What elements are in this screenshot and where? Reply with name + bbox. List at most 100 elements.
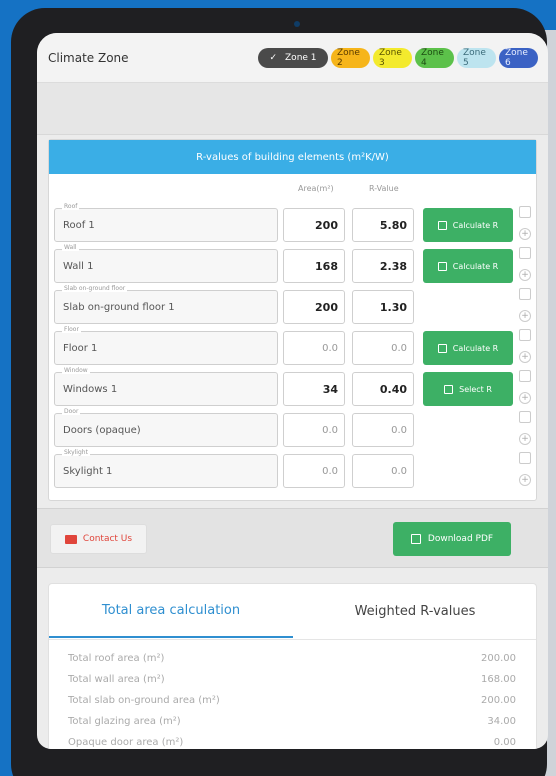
element-name-field[interactable]: Window Windows 1 bbox=[54, 367, 278, 406]
element-name-field[interactable]: Wall Wall 1 bbox=[54, 244, 278, 283]
rvalue-input[interactable]: 5.80 bbox=[352, 208, 414, 242]
area-input[interactable]: 0.0 bbox=[283, 454, 345, 488]
area-input[interactable]: 168 bbox=[283, 249, 345, 283]
row-checkbox[interactable] bbox=[519, 370, 531, 382]
row-checkbox[interactable] bbox=[519, 247, 531, 259]
element-name-value: Slab on-ground floor 1 bbox=[63, 302, 175, 313]
zone-3-pill[interactable]: Zone 3 bbox=[373, 47, 412, 68]
contact-us-button[interactable]: Contact Us bbox=[50, 524, 147, 554]
zone-6-pill[interactable]: Zone 6 bbox=[499, 47, 538, 68]
element-name-field[interactable]: Floor Floor 1 bbox=[54, 326, 278, 365]
card-title: R-values of building elements (m²K/W) bbox=[49, 140, 536, 174]
rvalue-input[interactable]: 0.0 bbox=[352, 454, 414, 488]
tab-weighted-r-values[interactable]: Weighted R-values bbox=[293, 584, 537, 638]
add-row-icon[interactable]: + bbox=[519, 269, 531, 281]
element-type-legend: Roof bbox=[62, 203, 80, 210]
element-name-field[interactable]: Slab on-ground floor Slab on-ground floor… bbox=[54, 285, 278, 324]
add-row-icon[interactable]: + bbox=[519, 228, 531, 240]
row-checkbox[interactable] bbox=[519, 411, 531, 423]
climate-zone-bar: Climate Zone ✓ Zone 1 Zone 2 Zone 3 Zone 4 Zo… bbox=[37, 33, 548, 83]
calculate-r-button[interactable]: Calculate R bbox=[423, 249, 513, 283]
summary-value: 168.00 bbox=[481, 674, 516, 685]
area-input[interactable]: 0.0 bbox=[283, 331, 345, 365]
button-label: Select R bbox=[459, 384, 492, 394]
select-r-button[interactable]: Select R bbox=[423, 372, 513, 406]
element-name-field[interactable]: Door Doors (opaque) bbox=[54, 408, 278, 447]
r-values-card: R-values of building elements (m²K/W) Ar… bbox=[48, 139, 537, 501]
rvalue-column-header: R-Value bbox=[369, 184, 399, 193]
calculate-r-button[interactable]: Calculate R bbox=[423, 331, 513, 365]
camera-dot bbox=[294, 21, 300, 27]
element-type-legend: Floor bbox=[62, 326, 81, 333]
element-type-legend: Window bbox=[62, 367, 90, 374]
calculate-r-button[interactable]: Calculate R bbox=[423, 208, 513, 242]
summary-value: 200.00 bbox=[481, 653, 516, 664]
element-name-value: Windows 1 bbox=[63, 384, 118, 395]
rvalue-input[interactable]: 1.30 bbox=[352, 290, 414, 324]
summary-label: Total wall area (m²) bbox=[68, 674, 165, 685]
download-pdf-button[interactable]: Download PDF bbox=[393, 522, 511, 556]
add-row-icon[interactable]: + bbox=[519, 433, 531, 445]
area-input[interactable]: 200 bbox=[283, 290, 345, 324]
zone-4-pill[interactable]: Zone 4 bbox=[415, 47, 454, 68]
zone-label: Zone 6 bbox=[505, 47, 528, 68]
row-checkbox[interactable] bbox=[519, 452, 531, 464]
rvalue-input[interactable]: 0.0 bbox=[352, 413, 414, 447]
row-checkbox[interactable] bbox=[519, 288, 531, 300]
row-checkbox[interactable] bbox=[519, 329, 531, 341]
area-column-header: Area(m²) bbox=[298, 184, 334, 193]
area-input[interactable]: 200 bbox=[283, 208, 345, 242]
summary-label: Total glazing area (m²) bbox=[68, 716, 181, 727]
pdf-icon bbox=[410, 534, 421, 544]
element-name-value: Doors (opaque) bbox=[63, 425, 141, 436]
summary-row: Opaque door area (m²) 0.00 bbox=[68, 737, 516, 748]
add-row-icon[interactable]: + bbox=[519, 351, 531, 363]
summary-value: 0.00 bbox=[493, 737, 516, 748]
row-checkbox[interactable] bbox=[519, 206, 531, 218]
edit-icon bbox=[437, 343, 447, 353]
spacer-band bbox=[37, 83, 548, 135]
area-input[interactable]: 0.0 bbox=[283, 413, 345, 447]
element-name-field[interactable]: Roof Roof 1 bbox=[54, 203, 278, 242]
element-name-value: Roof 1 bbox=[63, 220, 95, 231]
rvalue-input[interactable]: 0.40 bbox=[352, 372, 414, 406]
zone-1-pill[interactable]: ✓ Zone 1 bbox=[258, 47, 328, 68]
edit-icon bbox=[437, 220, 447, 230]
element-type-legend: Slab on-ground floor bbox=[62, 285, 128, 292]
tab-total-area[interactable]: Total area calculation bbox=[49, 584, 293, 638]
contact-card-icon bbox=[64, 534, 77, 544]
action-bar: Contact Us Download PDF bbox=[37, 508, 548, 568]
element-name-field[interactable]: Skylight Skylight 1 bbox=[54, 449, 278, 488]
zone-5-pill[interactable]: Zone 5 bbox=[457, 47, 496, 68]
zone-label: Zone 5 bbox=[463, 47, 486, 68]
rvalue-input[interactable]: 2.38 bbox=[352, 249, 414, 283]
summary-row: Total slab on-ground area (m²) 200.00 bbox=[68, 695, 516, 706]
zone-label: Zone 1 bbox=[285, 52, 317, 63]
summary-row: Total roof area (m²) 200.00 bbox=[68, 653, 516, 664]
zone-label: Zone 4 bbox=[421, 47, 444, 68]
button-label: Calculate R bbox=[452, 220, 499, 230]
element-type-legend: Skylight bbox=[62, 449, 90, 456]
zone-label: Zone 3 bbox=[379, 47, 402, 68]
edit-icon bbox=[444, 384, 454, 394]
button-label: Calculate R bbox=[452, 343, 499, 353]
add-row-icon[interactable]: + bbox=[519, 474, 531, 486]
summary-value: 200.00 bbox=[481, 695, 516, 706]
add-row-icon[interactable]: + bbox=[519, 392, 531, 404]
rvalue-input[interactable]: 0.0 bbox=[352, 331, 414, 365]
summary-label: Total roof area (m²) bbox=[68, 653, 165, 664]
add-row-icon[interactable]: + bbox=[519, 310, 531, 322]
element-name-value: Floor 1 bbox=[63, 343, 98, 354]
climate-zone-title: Climate Zone bbox=[48, 50, 129, 65]
contact-us-label: Contact Us bbox=[82, 534, 133, 544]
element-type-legend: Wall bbox=[62, 244, 79, 251]
zone-2-pill[interactable]: Zone 2 bbox=[331, 47, 370, 68]
area-input[interactable]: 34 bbox=[283, 372, 345, 406]
summary-label: Opaque door area (m²) bbox=[68, 737, 184, 748]
check-icon: ✓ bbox=[269, 52, 278, 63]
element-type-legend: Door bbox=[62, 408, 81, 415]
element-name-value: Wall 1 bbox=[63, 261, 94, 272]
summary-row: Total wall area (m²) 168.00 bbox=[68, 674, 516, 685]
summary-row: Total glazing area (m²) 34.00 bbox=[68, 716, 516, 727]
download-pdf-label: Download PDF bbox=[427, 534, 494, 544]
